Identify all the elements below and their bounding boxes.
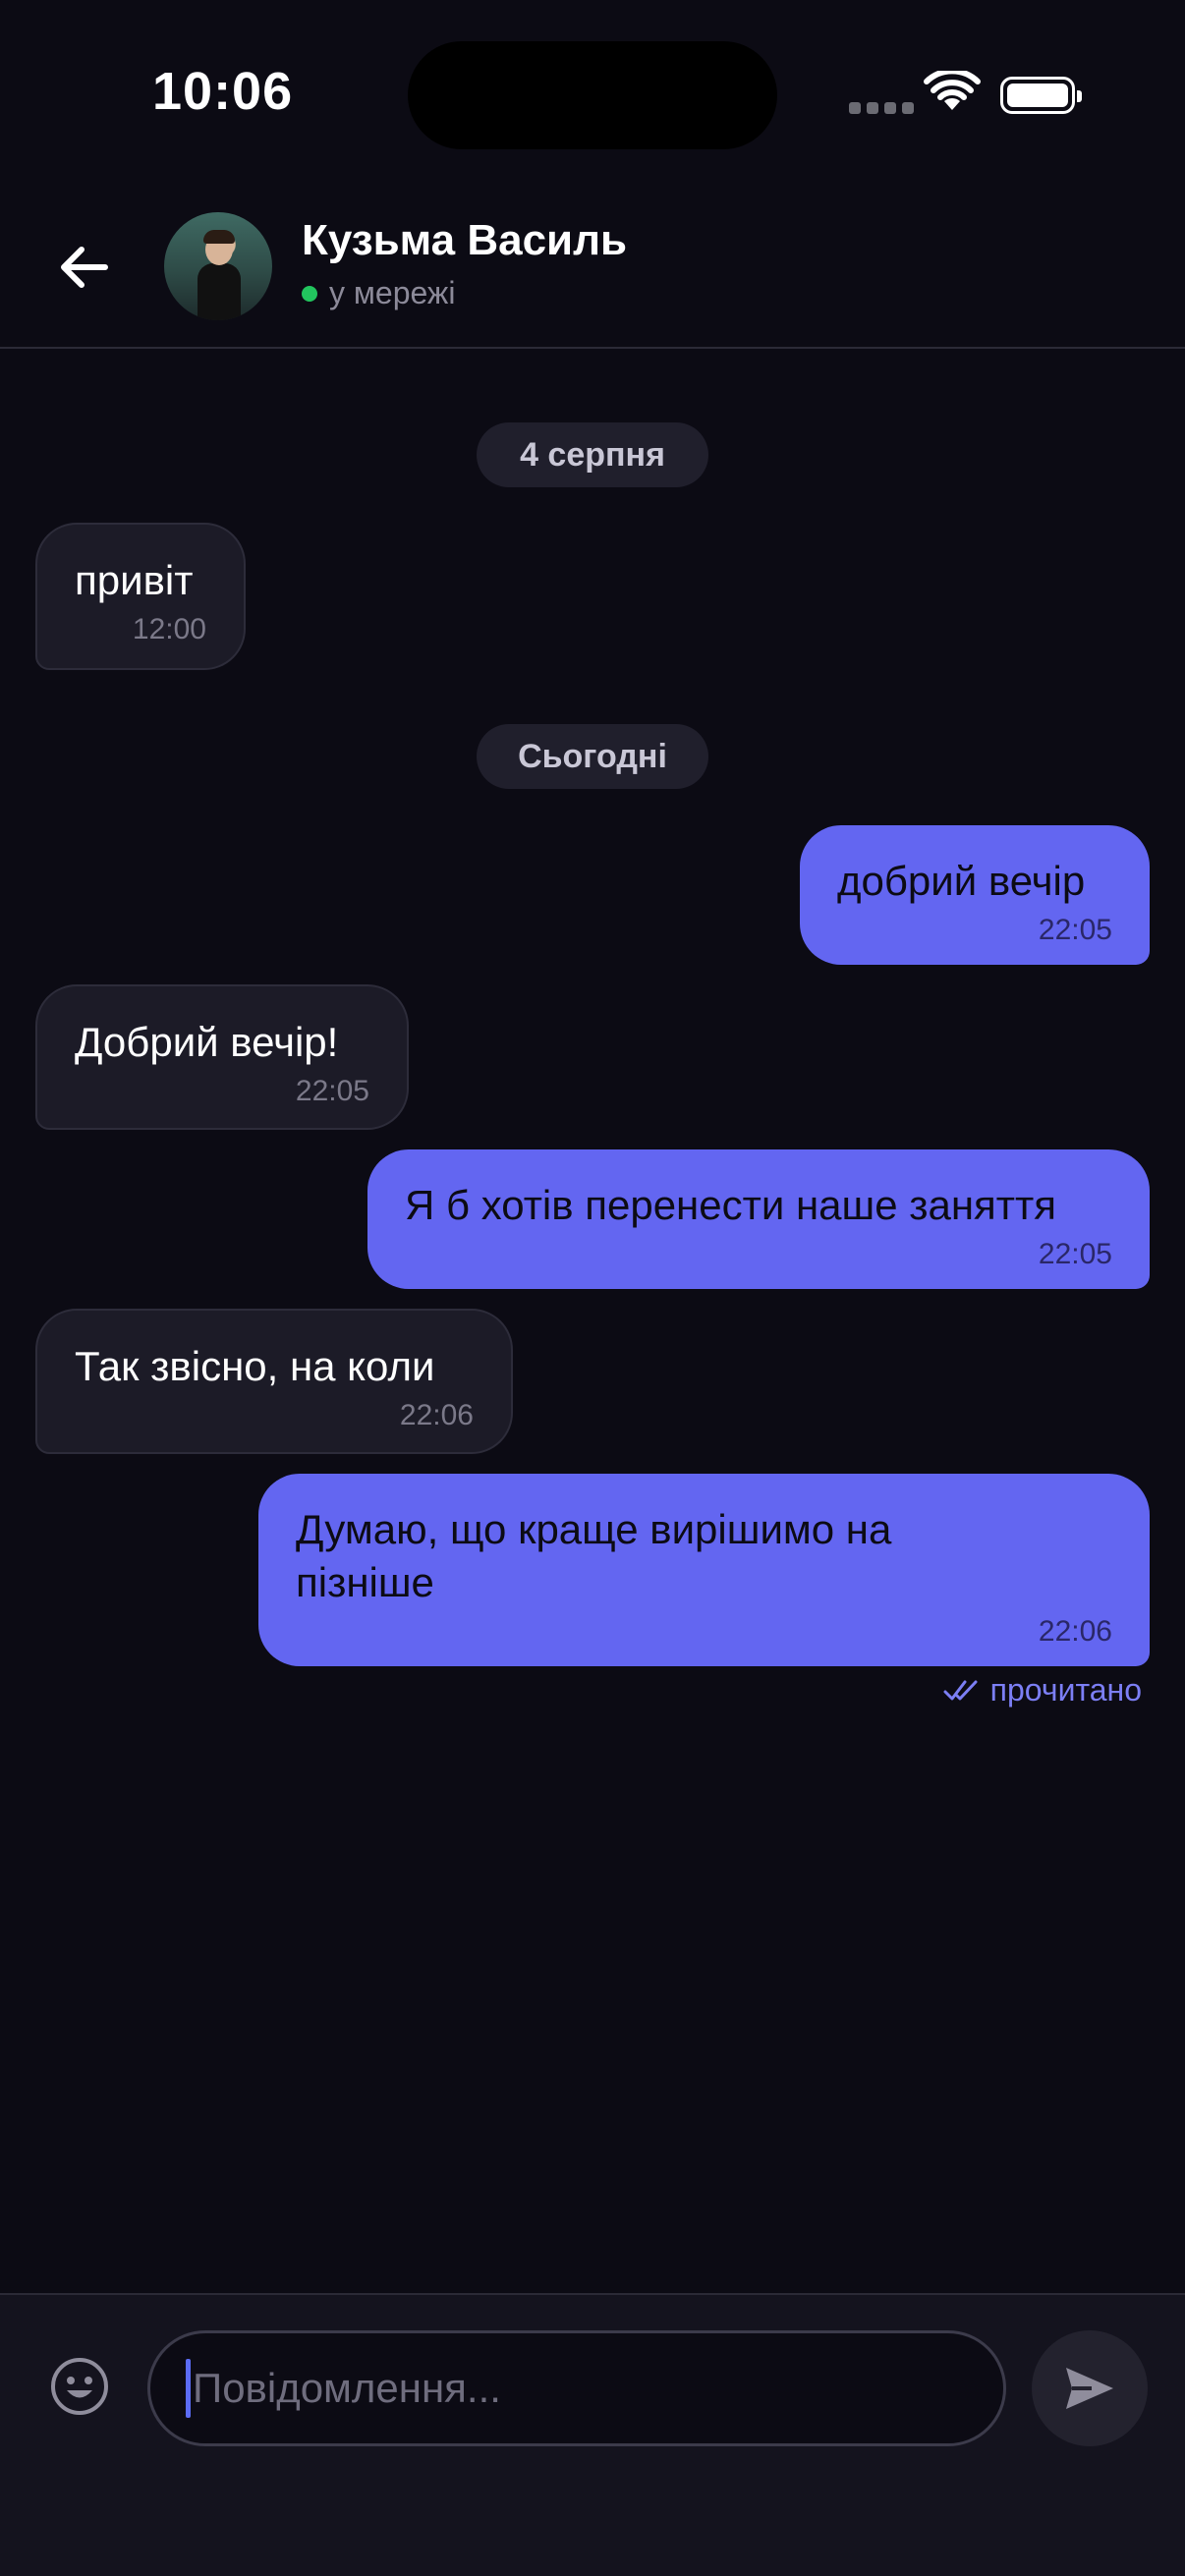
text-cursor — [186, 2359, 191, 2418]
double-check-icon — [943, 1680, 978, 1700]
cellular-signal-icon — [849, 102, 914, 114]
message-placeholder: Повідомлення... — [193, 2365, 501, 2411]
message-composer: Повідомлення... — [0, 2293, 1185, 2576]
presence-status: у мережі — [302, 275, 455, 311]
presence-label: у мережі — [329, 275, 456, 310]
message-time: 22:05 — [1038, 1238, 1112, 1270]
message-text: добрий вечір — [837, 858, 1086, 904]
avatar[interactable] — [164, 212, 272, 320]
incoming-message[interactable]: привіт 12:00 — [35, 523, 246, 670]
status-bar: 10:06 — [0, 0, 1185, 187]
incoming-message[interactable]: Так звісно, на коли 22:06 — [35, 1309, 513, 1454]
message-input[interactable]: Повідомлення... — [147, 2330, 1006, 2446]
chat-header: Кузьма Василь у мережі — [0, 187, 1185, 349]
message-text: привіт — [75, 557, 194, 603]
read-receipt: прочитано — [943, 1672, 1142, 1708]
emoji-icon[interactable] — [49, 2356, 110, 2417]
online-dot-icon — [302, 285, 317, 302]
message-time: 22:05 — [1038, 914, 1112, 946]
wifi-icon — [924, 68, 981, 119]
outgoing-message[interactable]: добрий вечір 22:05 — [800, 825, 1150, 965]
contact-name[interactable]: Кузьма Василь — [302, 216, 627, 265]
battery-icon — [1000, 77, 1082, 114]
outgoing-message[interactable]: Я б хотів перенести наше заняття 22:05 — [367, 1149, 1150, 1289]
date-separator: 4 серпня — [477, 422, 708, 487]
back-arrow-icon[interactable] — [54, 236, 117, 299]
incoming-message[interactable]: Добрий вечір! 22:05 — [35, 984, 409, 1130]
dynamic-island — [408, 41, 777, 149]
status-time: 10:06 — [152, 62, 294, 121]
message-text: Я б хотів перенести наше заняття — [405, 1182, 1057, 1228]
message-time: 22:06 — [1038, 1615, 1112, 1648]
message-time: 22:05 — [295, 1075, 369, 1107]
outgoing-message[interactable]: Думаю, що краще вирішимо на пізніше 22:0… — [258, 1474, 1150, 1666]
message-time: 22:06 — [399, 1399, 474, 1431]
read-label: прочитано — [989, 1672, 1142, 1708]
send-icon[interactable] — [1032, 2330, 1148, 2446]
date-label: Сьогодні — [518, 737, 667, 775]
message-text: Думаю, що краще вирішимо на пізніше — [296, 1506, 892, 1605]
message-text: Добрий вечір! — [75, 1019, 339, 1065]
date-label: 4 серпня — [520, 435, 665, 474]
date-separator: Сьогодні — [477, 724, 708, 789]
message-time: 12:00 — [132, 613, 206, 645]
message-text: Так звісно, на коли — [75, 1343, 435, 1389]
